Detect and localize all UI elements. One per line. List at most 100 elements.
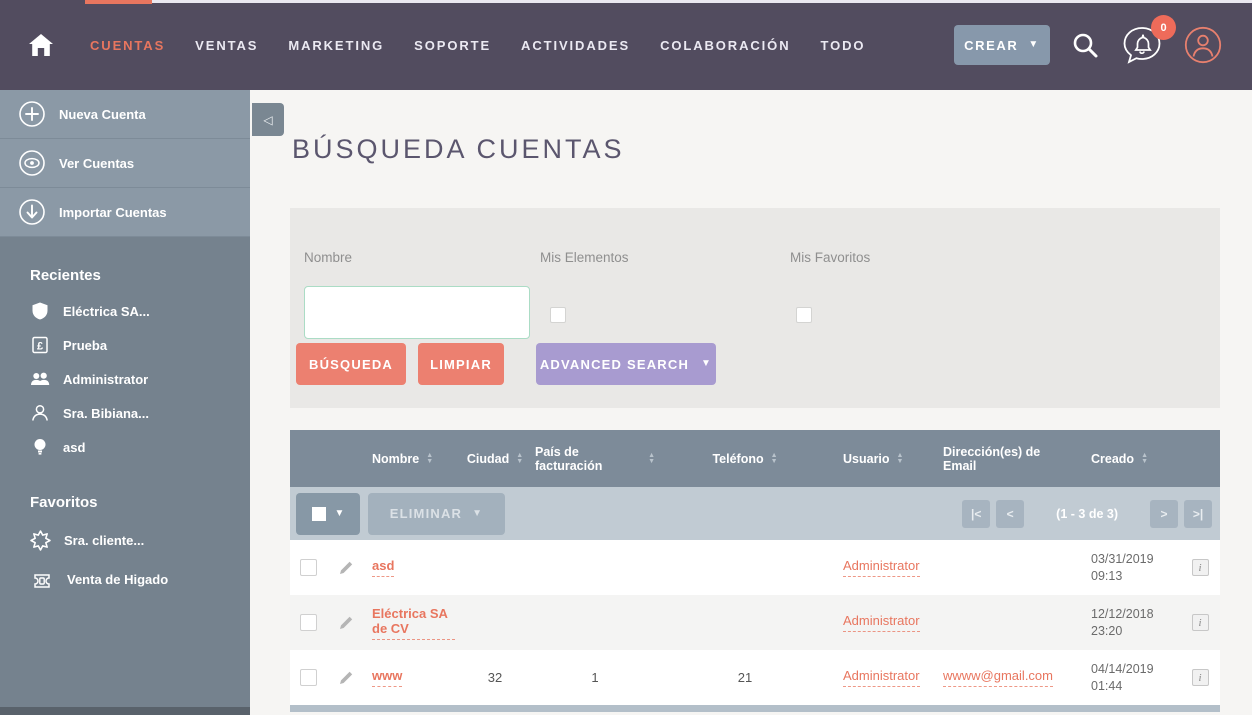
info-icon[interactable]: i [1192,559,1209,576]
sidebar-action-import-accounts[interactable]: Importar Cuentas [0,188,250,237]
pagination-label: (1 - 3 de 3) [1056,507,1118,521]
account-name-link[interactable]: asd [372,558,394,577]
cell-telefono [655,540,835,595]
nav-item-soporte[interactable]: SOPORTE [414,38,491,53]
pound-icon: £ [30,335,50,355]
user-link[interactable]: Administrator [843,558,920,577]
recent-item[interactable]: Sra. Bibiana... [30,396,250,430]
clear-button[interactable]: LIMPIAR [418,343,504,385]
sort-icon[interactable]: ▲▼ [897,453,904,465]
edit-pencil-icon[interactable] [338,560,354,576]
info-icon[interactable]: i [1192,614,1209,631]
row-checkbox[interactable] [300,614,317,631]
sidebar-action-label: Importar Cuentas [59,205,167,220]
table-row: www 32 1 21 Administrator wwww@gmail.com… [290,650,1220,705]
pagination-first-button[interactable]: |< [962,500,990,528]
pagination-prev-button[interactable]: < [996,500,1024,528]
email-link[interactable]: wwww@gmail.com [943,668,1053,687]
ticket-icon [30,570,54,590]
nav-item-actividades[interactable]: ACTIVIDADES [521,38,630,53]
page-title: BÚSQUEDA CUENTAS [292,134,625,165]
top-strip [85,0,1252,3]
column-header-creado[interactable]: Creado ▲▼ [1075,430,1180,487]
sidebar-bottom-strip [0,707,250,715]
search-button-label: BÚSQUEDA [309,357,393,372]
edit-pencil-icon[interactable] [338,670,354,686]
table-body: asd Administrator 03/31/2019 09:13 i Elé… [290,540,1220,705]
search-button[interactable]: BÚSQUEDA [296,343,406,385]
svg-text:£: £ [37,340,43,352]
nav-item-colaboracion[interactable]: COLABORACIÓN [660,38,790,53]
table-toolbar: ▼ ELIMINAR ▼ |< < (1 - 3 de 3) > >| [290,487,1220,540]
user-link[interactable]: Administrator [843,613,920,632]
select-all-dropdown[interactable]: ▼ [296,493,360,535]
created-time: 01:44 [1091,678,1122,695]
pagination-next-button[interactable]: > [1150,500,1178,528]
sidebar-action-new-account[interactable]: Nueva Cuenta [0,90,250,139]
name-search-input[interactable] [304,286,530,339]
nav-menu: CUENTAS VENTAS MARKETING SOPORTE ACTIVID… [90,38,865,53]
burst-icon [30,530,51,551]
search-icon[interactable] [1070,30,1100,60]
favorite-item[interactable]: Sra. cliente... [30,521,250,560]
account-name-link[interactable]: Eléctrica SA de CV [372,606,455,640]
bulb-icon [30,437,50,457]
column-header-telefono[interactable]: Teléfono ▲▼ [655,430,835,487]
sidebar: Nueva Cuenta Ver Cuentas Importar Cuenta… [0,90,250,707]
advanced-search-button[interactable]: ADVANCED SEARCH ▼ [536,343,716,385]
cell-ciudad [455,540,535,595]
shield-icon [30,301,50,321]
my-items-checkbox[interactable] [550,307,566,323]
sort-icon[interactable]: ▲▼ [1141,453,1148,465]
download-circle-icon [18,198,46,226]
table-row: asd Administrator 03/31/2019 09:13 i [290,540,1220,595]
sort-icon[interactable]: ▲▼ [426,453,433,465]
recent-item[interactable]: Administrator [30,362,250,396]
recent-item[interactable]: asd [30,430,250,464]
favorite-item[interactable]: Venta de Higado [30,560,250,599]
delete-button[interactable]: ELIMINAR ▼ [368,493,505,535]
nav-item-todo[interactable]: TODO [820,38,865,53]
created-time: 23:20 [1091,623,1122,640]
recent-item-label: Sra. Bibiana... [63,406,149,421]
edit-pencil-icon[interactable] [338,615,354,631]
column-header-usuario[interactable]: Usuario ▲▼ [835,430,935,487]
row-checkbox[interactable] [300,559,317,576]
cell-pais [535,595,655,650]
home-icon[interactable] [28,33,54,57]
top-nav: CUENTAS VENTAS MARKETING SOPORTE ACTIVID… [0,0,1252,90]
cell-pais: 1 [535,650,655,705]
sort-icon[interactable]: ▲▼ [771,453,778,465]
column-header-ciudad[interactable]: Ciudad ▲▼ [455,430,535,487]
create-button[interactable]: CREAR ▼ [954,25,1050,65]
my-items-label: Mis Elementos [540,250,629,265]
sidebar-action-label: Ver Cuentas [59,156,134,171]
created-date: 03/31/2019 [1091,551,1154,568]
created-date: 04/14/2019 [1091,661,1154,678]
active-tab-indicator [85,0,152,4]
column-header-pais[interactable]: País de facturación ▲▼ [535,430,655,487]
people-icon [30,369,50,389]
sort-icon[interactable]: ▲▼ [516,453,523,465]
column-header-email[interactable]: Dirección(es) de Email [935,430,1075,487]
cell-telefono: 21 [655,650,835,705]
avatar[interactable] [1184,26,1222,64]
column-header-nombre[interactable]: Nombre ▲▼ [366,430,455,487]
sidebar-action-view-accounts[interactable]: Ver Cuentas [0,139,250,188]
recent-item[interactable]: Eléctrica SA... [30,294,250,328]
nav-item-ventas[interactable]: VENTAS [195,38,258,53]
sort-icon[interactable]: ▲▼ [648,453,655,465]
recent-section-title: Recientes [30,267,250,284]
pagination-last-button[interactable]: >| [1184,500,1212,528]
recent-item-label: Prueba [63,338,107,353]
nav-item-cuentas[interactable]: CUENTAS [90,38,165,53]
row-checkbox[interactable] [300,669,317,686]
notifications-icon[interactable]: 0 [1120,23,1164,67]
nav-item-marketing[interactable]: MARKETING [288,38,384,53]
recent-item[interactable]: £ Prueba [30,328,250,362]
info-icon[interactable]: i [1192,669,1209,686]
sidebar-action-label: Nueva Cuenta [59,107,146,122]
my-favorites-checkbox[interactable] [796,307,812,323]
account-name-link[interactable]: www [372,668,402,687]
user-link[interactable]: Administrator [843,668,920,687]
